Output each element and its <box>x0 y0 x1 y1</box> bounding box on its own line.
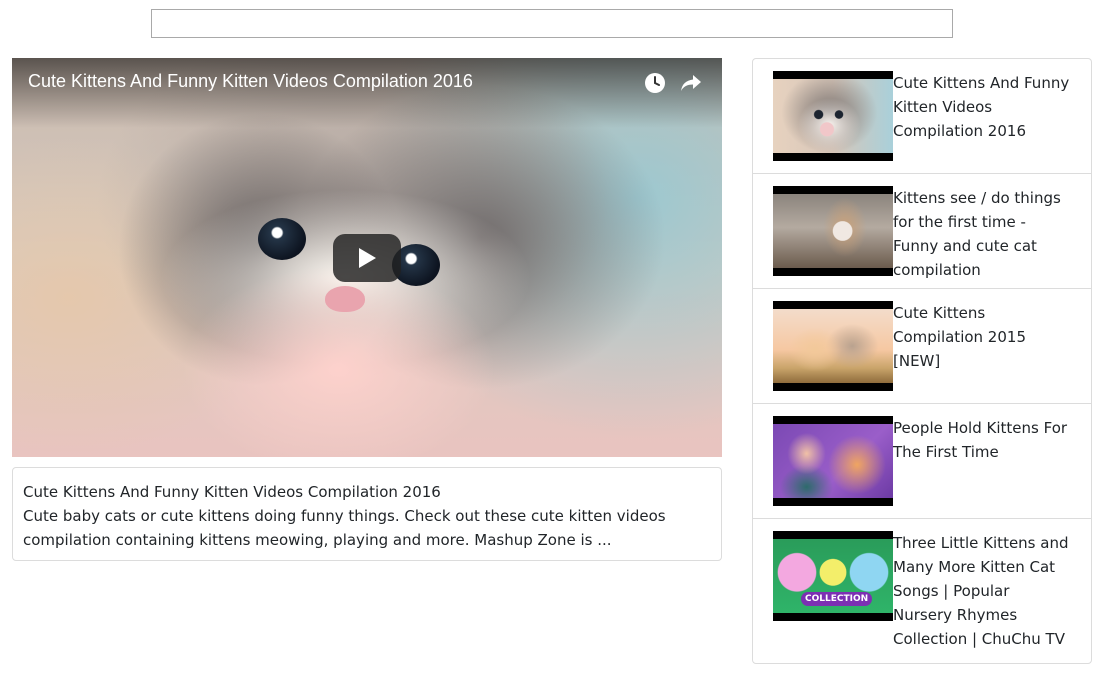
related-video-title[interactable]: Cute Kittens And Funny Kitten Videos Com… <box>893 71 1073 143</box>
collection-badge: COLLECTION <box>801 592 873 606</box>
kitten-thumbnail-image <box>773 79 893 153</box>
related-video-item[interactable]: Cute Kittens Compilation 2015 [NEW] <box>753 289 1091 404</box>
related-video-item[interactable]: Cute Kittens And Funny Kitten Videos Com… <box>753 59 1091 174</box>
play-button[interactable] <box>333 234 401 282</box>
related-video-title[interactable]: People Hold Kittens For The First Time <box>893 416 1073 464</box>
related-videos-list: Cute Kittens And Funny Kitten Videos Com… <box>752 58 1092 664</box>
clock-icon <box>645 73 665 93</box>
kitten-left-eye <box>258 218 306 260</box>
video-thumbnail[interactable]: COLLECTION <box>773 531 893 621</box>
description-text: Cute baby cats or cute kittens doing fun… <box>23 507 666 549</box>
related-video-title[interactable]: Kittens see / do things for the first ti… <box>893 186 1073 282</box>
share-arrow-icon <box>681 75 701 91</box>
kitten-thumbnail-image <box>773 309 893 383</box>
search-input[interactable] <box>151 9 953 38</box>
video-title[interactable]: Cute Kittens And Funny Kitten Videos Com… <box>28 71 473 92</box>
video-thumbnail[interactable] <box>773 301 893 391</box>
video-thumbnail[interactable] <box>773 71 893 161</box>
title-overlay <box>12 58 722 128</box>
share-button[interactable] <box>678 70 704 96</box>
video-description-card: Cute Kittens And Funny Kitten Videos Com… <box>12 467 722 561</box>
video-player[interactable]: Cute Kittens And Funny Kitten Videos Com… <box>12 58 722 457</box>
related-video-item[interactable]: People Hold Kittens For The First Time <box>753 404 1091 519</box>
kitten-thumbnail-image <box>773 194 893 268</box>
video-thumbnail[interactable] <box>773 186 893 276</box>
play-icon <box>359 248 376 268</box>
kitten-nose <box>325 286 365 312</box>
related-video-title[interactable]: Three Little Kittens and Many More Kitte… <box>893 531 1073 651</box>
description-title: Cute Kittens And Funny Kitten Videos Com… <box>23 483 441 501</box>
related-video-title[interactable]: Cute Kittens Compilation 2015 [NEW] <box>893 301 1073 373</box>
related-video-item[interactable]: COLLECTION Three Little Kittens and Many… <box>753 519 1091 663</box>
video-thumbnail[interactable] <box>773 416 893 506</box>
kitten-thumbnail-image <box>773 424 893 498</box>
watch-later-button[interactable] <box>642 70 668 96</box>
related-video-item[interactable]: Kittens see / do things for the first ti… <box>753 174 1091 289</box>
